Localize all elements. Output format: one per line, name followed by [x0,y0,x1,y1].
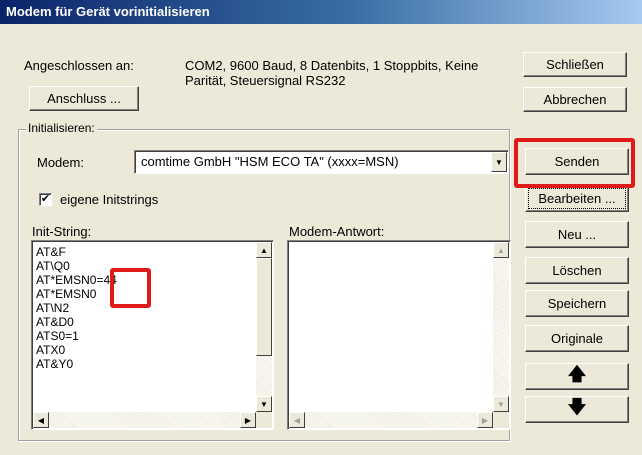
arrow-up-icon: 🡅 [567,363,587,384]
close-button[interactable]: Schließen [523,52,627,77]
scroll-right-icon[interactable]: ▶ [240,412,256,428]
init-line[interactable]: ATX0 [36,343,117,357]
initialize-group-title: Initialisieren: [26,121,97,135]
scroll-up-icon[interactable]: ▲ [493,242,509,258]
init-line[interactable]: AT\Q0 [36,259,117,273]
save-button[interactable]: Speichern [525,290,629,317]
init-line[interactable]: AT&D0 [36,315,117,329]
init-list-hscrollbar[interactable]: ◀ ▶ [33,412,256,428]
init-list-vscrollbar[interactable]: ▲ ▼ [256,242,272,412]
own-initstrings-checkbox[interactable]: ✔ [39,193,52,206]
modem-label: Modem: [37,155,84,170]
arrow-down-icon: 🡇 [567,396,587,417]
init-line[interactable]: AT*EMSN0=44 [36,273,117,287]
init-string-label: Init-String: [32,224,92,239]
move-up-button[interactable]: 🡅 [525,363,629,390]
scroll-left-icon[interactable]: ◀ [33,412,49,428]
init-line[interactable]: ATS0=1 [36,329,117,343]
init-line[interactable]: AT*EMSN0 [36,287,117,301]
answer-list-hscrollbar[interactable]: ◀ ▶ [289,412,493,428]
new-button[interactable]: Neu ... [525,221,629,248]
own-initstrings-label: eigene Initstrings [60,192,159,207]
scroll-corner [256,412,272,428]
send-button[interactable]: Senden [525,148,629,175]
init-string-list[interactable]: AT&F AT\Q0 AT*EMSN0=44 AT*EMSN0 AT\N2 AT… [31,240,274,430]
scroll-thumb[interactable] [256,258,272,356]
connection-info-line2: Parität, Steuersignal RS232 [185,73,346,88]
scroll-corner [493,412,509,428]
connected-to-label: Angeschlossen an: [24,58,134,73]
answer-list-vscrollbar[interactable]: ▲ ▼ [493,242,509,412]
scroll-left-icon[interactable]: ◀ [289,412,305,428]
modem-answer-list[interactable]: ▲ ▼ ◀ ▶ [287,240,511,430]
connection-info-line1: COM2, 9600 Baud, 8 Datenbits, 1 Stoppbit… [185,58,479,73]
init-lines: AT&F AT\Q0 AT*EMSN0=44 AT*EMSN0 AT\N2 AT… [36,245,117,371]
title-bar: Modem für Gerät vorinitialisieren [0,0,642,24]
init-line[interactable]: AT\N2 [36,301,117,315]
move-down-button[interactable]: 🡇 [525,396,629,423]
edit-button[interactable]: Bearbeiten ... [525,185,629,212]
modem-combobox[interactable]: comtime GmbH "HSM ECO TA" (xxxx=MSN) ▼ [134,150,509,174]
dialog-window: Modem für Gerät vorinitialisieren Angesc… [0,0,642,455]
modem-combobox-value: comtime GmbH "HSM ECO TA" (xxxx=MSN) [141,154,399,169]
init-line[interactable]: AT&F [36,245,117,259]
port-button[interactable]: Anschluss ... [29,86,139,111]
scroll-up-icon[interactable]: ▲ [256,242,272,258]
modem-answer-label: Modem-Antwort: [289,224,385,239]
scroll-right-icon[interactable]: ▶ [477,412,493,428]
delete-button[interactable]: Löschen [525,257,629,284]
scroll-down-icon[interactable]: ▼ [493,396,509,412]
chevron-down-icon[interactable]: ▼ [491,152,507,172]
init-line[interactable]: AT&Y0 [36,357,117,371]
cancel-button[interactable]: Abbrechen [523,87,627,112]
scroll-down-icon[interactable]: ▼ [256,396,272,412]
originals-button[interactable]: Originale [525,325,629,352]
